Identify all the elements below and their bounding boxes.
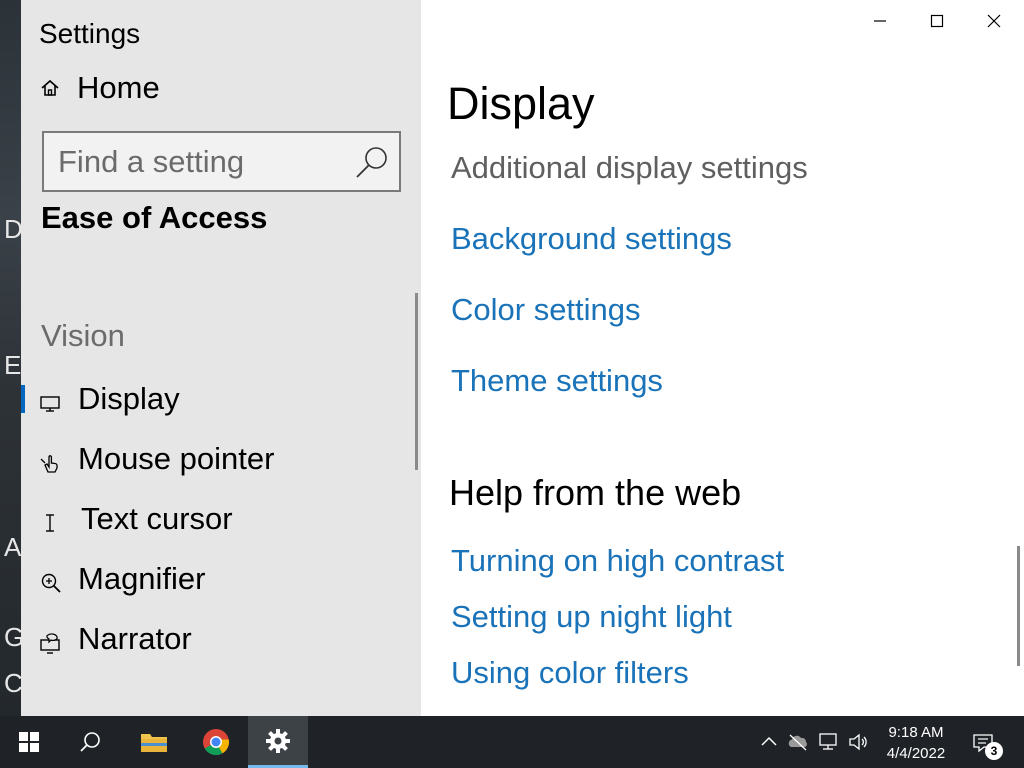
sidebar-item-label: Magnifier [78, 561, 206, 596]
sidebar-item-label: Text cursor [81, 501, 233, 536]
notification-count-badge: 3 [985, 742, 1003, 760]
start-icon [19, 732, 39, 752]
section-heading-help: Help from the web [449, 472, 742, 513]
desktop-background: D E A G C [0, 0, 21, 716]
page-title: Display [447, 78, 595, 129]
volume-icon[interactable] [847, 731, 869, 753]
sidebar-item-display[interactable]: Display [21, 377, 416, 433]
home-label: Home [77, 70, 160, 105]
home-icon [41, 79, 59, 96]
sidebar-item-magnifier[interactable]: Magnifier [21, 557, 416, 613]
file-explorer-icon [141, 734, 167, 752]
link-theme-settings[interactable]: Theme settings [451, 363, 663, 399]
close-icon [987, 14, 1001, 28]
sidebar-item-narrator[interactable]: Narrator [21, 617, 416, 673]
settings-window: Settings Home Ease of Access Vision [21, 0, 1024, 716]
taskbar-search-button[interactable] [62, 716, 118, 768]
show-hidden-icons-chevron-up-icon[interactable] [758, 731, 780, 753]
link-background-settings[interactable]: Background settings [451, 221, 732, 257]
sidebar-item-mouse-pointer[interactable]: Mouse pointer [21, 437, 416, 493]
settings-icon [266, 728, 290, 753]
desktop-icon-fragment: E [4, 350, 21, 380]
main-scrollbar[interactable] [1017, 546, 1020, 666]
clock-date: 4/4/2022 [886, 745, 946, 762]
mouse-pointer-icon [40, 455, 58, 473]
taskbar-file-explorer[interactable] [126, 716, 182, 768]
app-title: Settings [39, 18, 141, 49]
search-icon [80, 732, 100, 752]
narrator-icon [40, 633, 60, 654]
link-color-filters[interactable]: Using color filters [451, 655, 689, 691]
onedrive-icon[interactable] [787, 731, 809, 753]
start-button[interactable] [0, 716, 58, 768]
sidebar-item-label: Mouse pointer [78, 441, 275, 476]
minimize-button[interactable] [857, 0, 903, 42]
home-nav-item[interactable]: Home [39, 68, 160, 108]
clock-time: 9:18 AM [888, 724, 944, 741]
network-icon[interactable] [818, 731, 840, 753]
taskbar-chrome[interactable] [188, 716, 244, 768]
desktop-icon-fragment: C [4, 668, 21, 698]
maximize-icon [930, 14, 944, 28]
minimize-icon [874, 20, 886, 22]
chrome-icon [203, 729, 230, 756]
sidebar-scrollbar[interactable] [415, 293, 418, 470]
section-heading-additional: Additional display settings [451, 150, 808, 185]
group-label-vision: Vision [41, 318, 125, 353]
search-icon[interactable] [355, 145, 389, 179]
search-box[interactable] [42, 131, 401, 192]
taskbar-clock[interactable]: 9:18 AM 4/4/2022 [880, 722, 952, 764]
maximize-button[interactable] [914, 0, 960, 42]
taskbar-settings[interactable] [248, 716, 308, 768]
search-input[interactable] [44, 133, 354, 190]
text-cursor-icon [46, 514, 54, 532]
sidebar-item-label: Display [78, 381, 180, 416]
link-high-contrast[interactable]: Turning on high contrast [451, 543, 784, 579]
desktop-icon-fragment: G [4, 622, 21, 652]
taskbar: 9:18 AM 4/4/2022 [0, 716, 1024, 768]
close-button[interactable] [971, 0, 1017, 42]
link-night-light[interactable]: Setting up night light [451, 599, 732, 635]
desktop-icon-fragment: A [4, 532, 21, 562]
sidebar-item-text-cursor[interactable]: Text cursor [21, 497, 416, 553]
monitor-icon [40, 396, 60, 412]
main-content: Display Additional display settings Back… [421, 0, 1024, 716]
desktop-icon-fragment: D [4, 214, 21, 244]
sidebar: Settings Home Ease of Access Vision [21, 0, 421, 716]
magnifier-icon [41, 573, 61, 593]
selected-indicator [21, 385, 25, 413]
sidebar-item-label: Narrator [78, 621, 192, 656]
category-title: Ease of Access [41, 200, 268, 235]
link-color-settings[interactable]: Color settings [451, 292, 641, 328]
